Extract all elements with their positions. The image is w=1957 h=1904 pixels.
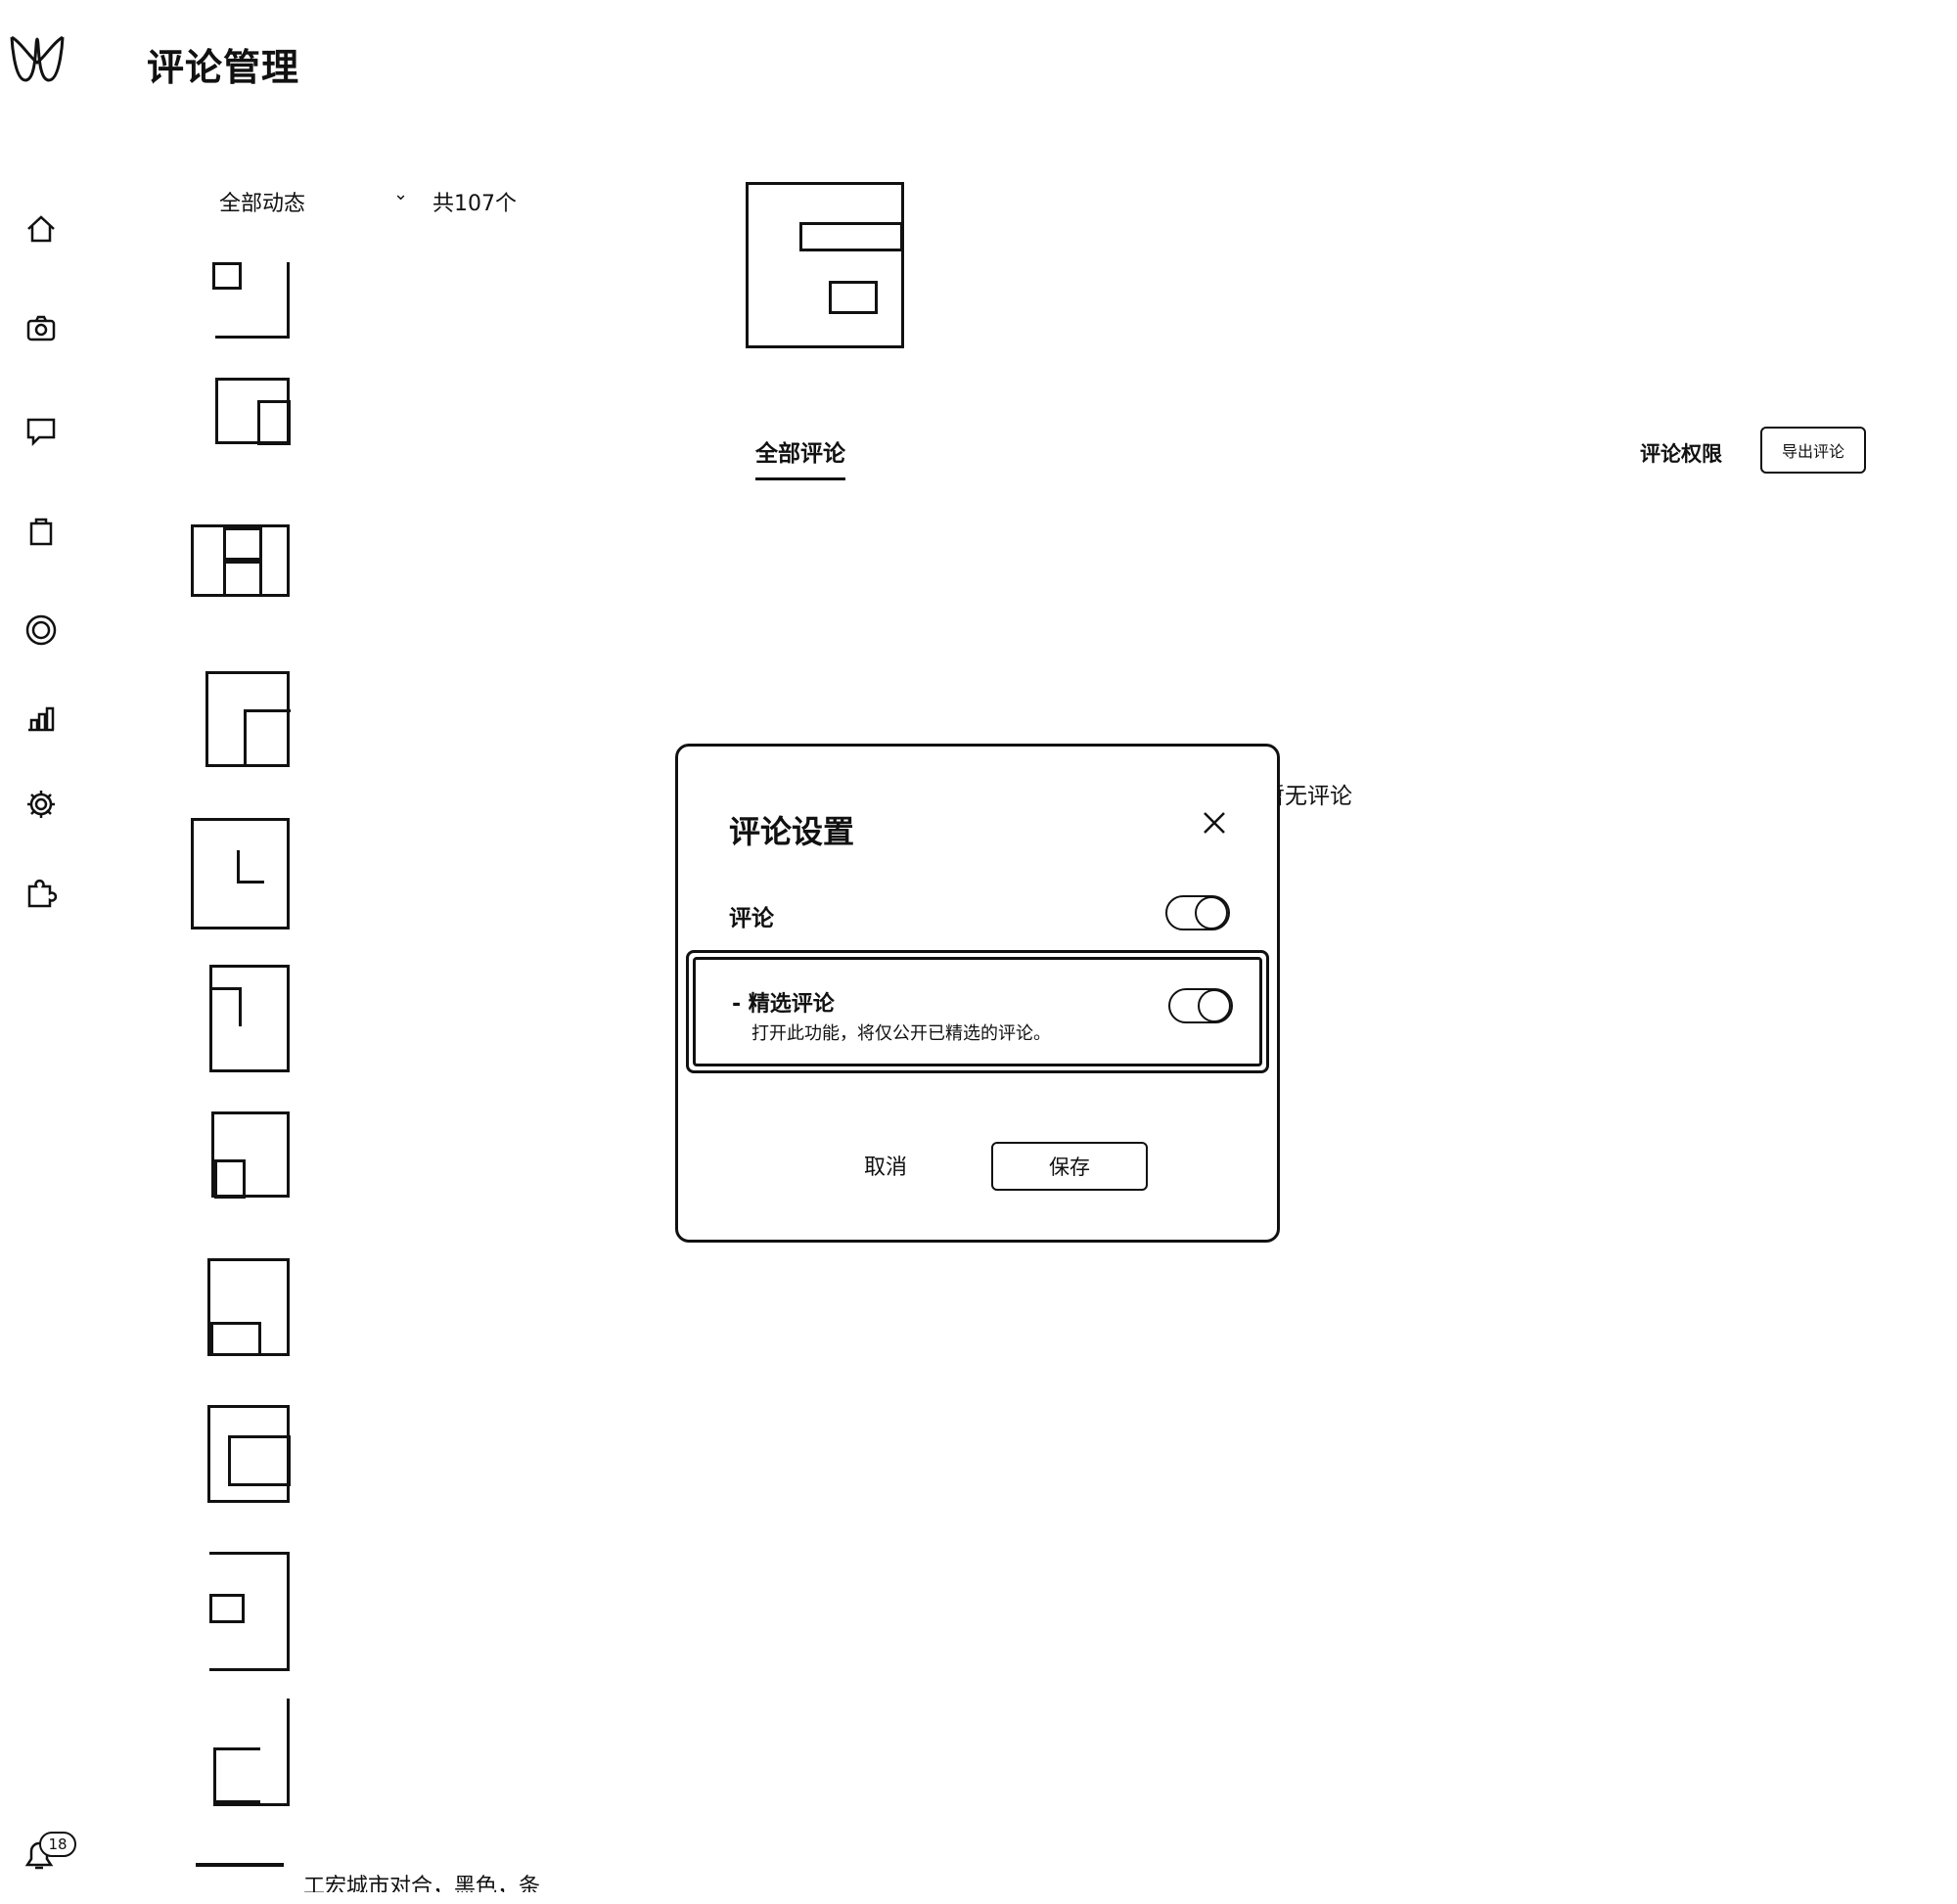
feed-item-thumbnail[interactable] bbox=[211, 1111, 290, 1199]
feed-item-thumbnail[interactable] bbox=[191, 524, 290, 597]
sidebar-item-target[interactable] bbox=[20, 609, 63, 652]
feed-item-thumbnail[interactable] bbox=[207, 1258, 290, 1356]
notification-count-badge: 18 bbox=[39, 1832, 76, 1857]
sidebar-item-shop[interactable] bbox=[20, 509, 63, 552]
close-icon bbox=[1204, 812, 1225, 834]
dialog-title: 评论设置 bbox=[729, 813, 855, 850]
toggle-knob bbox=[1198, 989, 1231, 1022]
export-comments-button[interactable]: 导出评论 bbox=[1760, 427, 1866, 474]
sidebar-item-messages[interactable] bbox=[20, 409, 63, 452]
sidebar-item-analytics[interactable] bbox=[20, 697, 63, 740]
home-icon bbox=[27, 215, 55, 243]
feed-item-thumbnail[interactable] bbox=[212, 262, 290, 339]
feed-item-thumbnail[interactable] bbox=[191, 818, 290, 929]
toggle-knob bbox=[1195, 896, 1228, 929]
tab-all-comments[interactable]: 全部评论 bbox=[755, 434, 845, 480]
comment-permission-label: 评论权限 bbox=[1640, 442, 1722, 466]
feed-item-thumbnail[interactable] bbox=[213, 1699, 290, 1806]
puzzle-icon bbox=[27, 879, 58, 908]
sidebar-item-camera[interactable] bbox=[20, 307, 63, 350]
app-logo[interactable] bbox=[8, 29, 67, 88]
chart-icon bbox=[28, 706, 55, 732]
featured-comments-toggle[interactable] bbox=[1168, 988, 1233, 1023]
featured-comments-section: - 精选评论 打开此功能，将仅公开已精选的评论。 bbox=[686, 950, 1269, 1073]
save-button[interactable]: 保存 bbox=[991, 1142, 1148, 1191]
message-icon bbox=[26, 418, 56, 447]
page-title: 评论管理 bbox=[147, 46, 300, 89]
sidebar-item-plugins[interactable] bbox=[20, 871, 63, 914]
comment-toggle[interactable] bbox=[1165, 895, 1230, 930]
gear-icon bbox=[27, 791, 55, 818]
feed-filter-label: 全部动态 bbox=[219, 192, 306, 216]
feed-count: 共107个 bbox=[432, 192, 517, 216]
sidebar-item-settings[interactable] bbox=[20, 783, 63, 826]
comment-toggle-label: 评论 bbox=[729, 906, 774, 931]
chevron-down-icon: ⌄ bbox=[393, 184, 409, 204]
feed-item-title[interactable]: 工宏城市对合，黑色，条 bbox=[303, 1869, 540, 1892]
featured-comments-label: - 精选评论 bbox=[732, 992, 835, 1017]
feed-item-thumbnail[interactable] bbox=[209, 965, 290, 1072]
shopping-bag-icon bbox=[29, 518, 53, 546]
feed-item-thumbnail[interactable] bbox=[207, 1405, 291, 1503]
feed-item-thumbnail[interactable] bbox=[209, 1552, 290, 1671]
camera-icon bbox=[26, 315, 56, 341]
comment-settings-dialog: 评论设置 评论 - 精选评论 打开此功能，将仅公开已精选的评论。 取消 保存 bbox=[675, 744, 1280, 1243]
sidebar-item-home[interactable] bbox=[20, 207, 63, 250]
feed-item-thumbnail[interactable] bbox=[205, 671, 291, 767]
target-icon bbox=[25, 614, 57, 646]
feed-item-thumbnail[interactable] bbox=[196, 1863, 284, 1886]
post-cover-image bbox=[746, 182, 904, 348]
infinity-logo-icon bbox=[10, 35, 65, 82]
feed-item-thumbnail[interactable] bbox=[215, 378, 291, 445]
close-button[interactable] bbox=[1197, 805, 1232, 840]
feed-filter-select[interactable]: 全部动态 ⌄ bbox=[219, 184, 415, 219]
featured-comments-description: 打开此功能，将仅公开已精选的评论。 bbox=[751, 1023, 1051, 1044]
cancel-button[interactable]: 取消 bbox=[864, 1150, 907, 1181]
